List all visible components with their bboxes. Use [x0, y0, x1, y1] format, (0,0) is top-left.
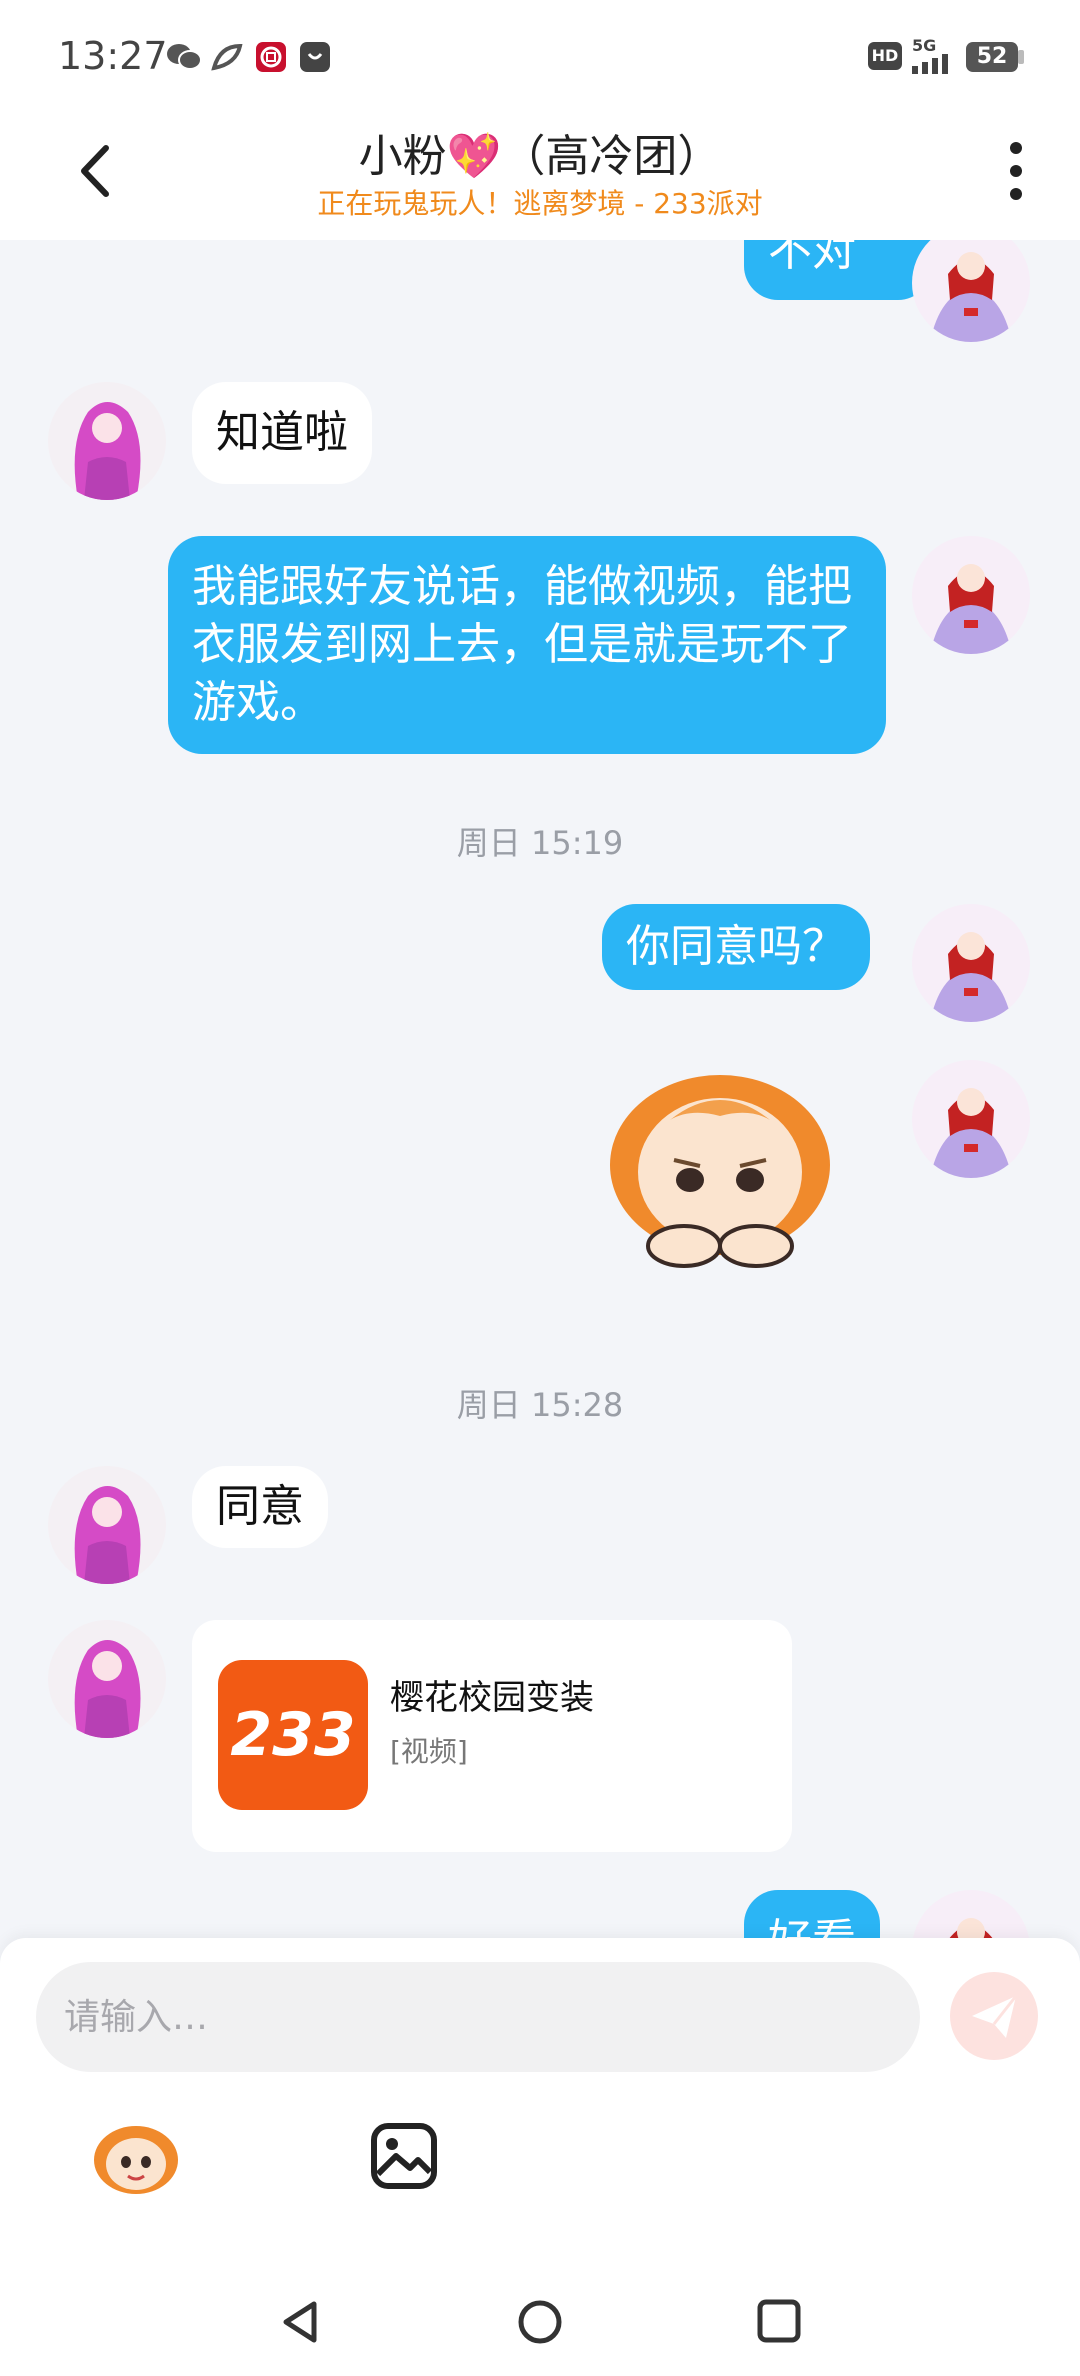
friend-avatar[interactable] [48, 1620, 166, 1738]
image-picker-icon[interactable] [370, 2122, 438, 2190]
hd-icon: HD [868, 42, 902, 70]
chat-status-subtitle[interactable]: 正在玩鬼玩人！逃离梦境 - 233派对 [0, 182, 1080, 222]
shared-video-card[interactable]: 233 樱花校园变装 [视频] [192, 1620, 792, 1852]
chat-header: 小粉💖（高冷团） 正在玩鬼玩人！逃离梦境 - 233派对 [0, 110, 1080, 240]
battery-level: 52 [976, 44, 1008, 69]
sticker-message[interactable] [600, 1060, 840, 1270]
friend-avatar[interactable] [48, 1466, 166, 1584]
message-input[interactable] [36, 1962, 884, 2072]
app-notification-icon [210, 42, 244, 76]
timestamp-divider: 周日 15:28 [456, 1386, 624, 1424]
message-bubble-sent[interactable]: 好看 [744, 1890, 880, 1940]
my-avatar[interactable] [912, 536, 1030, 654]
message-input-wrapper[interactable] [36, 1962, 920, 2072]
my-avatar[interactable] [912, 1890, 1030, 1940]
card-title: 樱花校园变装 [390, 1678, 594, 1718]
my-avatar[interactable] [912, 1060, 1030, 1178]
emoji-mascot-icon[interactable] [90, 2118, 182, 2198]
message-bubble-received[interactable]: 知道啦 [192, 382, 372, 484]
bank-notification-icon [256, 42, 286, 72]
message-list[interactable]: 不对 知道啦 我能跟好友说话，能做视频，能把衣服发到网上去，但是就是玩不了游戏。… [0, 240, 1080, 1940]
battery-icon: 52 [966, 42, 1018, 72]
nav-back-icon[interactable] [278, 2298, 322, 2350]
message-bubble-sent[interactable]: 不对 [744, 240, 932, 300]
my-avatar[interactable] [912, 240, 1030, 342]
chat-title: 小粉💖（高冷团） [358, 131, 722, 182]
message-bubble-received[interactable]: 同意 [192, 1466, 328, 1548]
system-nav-bar [0, 2270, 1080, 2376]
wechat-notification-icon [166, 42, 202, 76]
signal-icon [910, 52, 958, 78]
nav-home-icon[interactable] [516, 2298, 564, 2350]
nav-recents-icon[interactable] [756, 2298, 802, 2348]
battery-cap [1018, 50, 1024, 64]
send-button[interactable] [950, 1972, 1038, 2060]
friend-avatar[interactable] [48, 382, 166, 500]
send-plane-icon [972, 1995, 1018, 2038]
status-time: 13:27 [58, 34, 168, 78]
shop-notification-icon [300, 42, 330, 72]
card-tag: [视频] [390, 1735, 468, 1768]
message-bubble-sent[interactable]: 我能跟好友说话，能做视频，能把衣服发到网上去，但是就是玩不了游戏。 [168, 536, 886, 754]
message-bubble-sent[interactable]: 你同意吗？ [602, 904, 870, 990]
more-vertical-icon[interactable] [996, 138, 1036, 204]
status-bar: 13:27 HD 5G 52 [0, 0, 1080, 110]
my-avatar[interactable] [912, 904, 1030, 1022]
app-logo-233: 233 [218, 1660, 368, 1810]
timestamp-divider: 周日 15:19 [456, 824, 624, 862]
